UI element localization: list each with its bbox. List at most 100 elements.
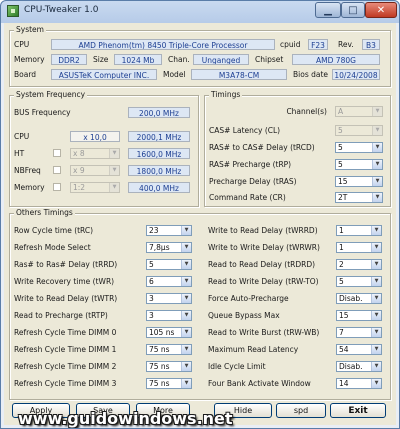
exit-button[interactable]: Exit bbox=[330, 403, 386, 418]
chevron-down-icon: ▼ bbox=[181, 328, 191, 337]
chip-icon bbox=[7, 5, 19, 17]
chevron-down-icon: ▼ bbox=[371, 362, 381, 371]
chevron-down-icon: ▼ bbox=[371, 277, 381, 286]
trrd-text: 5 bbox=[149, 260, 154, 269]
trfc-dimm2-label: Refresh Cycle Time DIMM 2 bbox=[14, 362, 117, 371]
twrrd-select[interactable]: 1 ▼ bbox=[336, 225, 382, 236]
memory-value: DDR2 bbox=[51, 54, 87, 65]
trfc-dimm3-select[interactable]: 75 ns ▼ bbox=[146, 378, 192, 389]
cas-latency-select[interactable]: 5 ▼ bbox=[335, 125, 383, 136]
trdrd-select[interactable]: 2 ▼ bbox=[336, 259, 382, 270]
force-auto-precharge-select[interactable]: Disab. ▼ bbox=[336, 293, 382, 304]
others-timings-legend: Others Timings bbox=[14, 208, 75, 217]
window-title: CPU-Tweaker 1.0 bbox=[24, 5, 99, 15]
spd-button[interactable]: spd bbox=[276, 403, 326, 418]
command-rate-text: 2T bbox=[338, 193, 348, 202]
chevron-down-icon: ▼ bbox=[181, 311, 191, 320]
chevron-down-icon: ▼ bbox=[181, 243, 191, 252]
chevron-down-icon: ▼ bbox=[372, 160, 382, 169]
twrwr-label: Write to Write Delay (tWRWR) bbox=[208, 243, 320, 252]
rev-value: B3 bbox=[362, 39, 380, 50]
trfc-dimm1-select[interactable]: 75 ns ▼ bbox=[146, 344, 192, 355]
four-bank-window-text: 14 bbox=[339, 379, 349, 388]
close-button[interactable]: ✕ bbox=[365, 2, 397, 18]
trw-to-label: Read to Write Delay (tRW-TO) bbox=[208, 277, 319, 286]
ht-checkbox[interactable] bbox=[53, 149, 61, 157]
tras-select[interactable]: 15 ▼ bbox=[335, 176, 383, 187]
chevron-down-icon: ▼ bbox=[372, 193, 382, 202]
memory-freq-value: 400,0 MHz bbox=[128, 182, 190, 193]
twtr-select[interactable]: 3 ▼ bbox=[146, 293, 192, 304]
chevron-down-icon: ▼ bbox=[371, 328, 381, 337]
ht-multiplier-text: x 8 bbox=[73, 149, 85, 158]
chevron-down-icon: ▼ bbox=[371, 260, 381, 269]
size-value: 1024 Mb bbox=[114, 54, 162, 65]
trfc-dimm2-select[interactable]: 75 ns ▼ bbox=[146, 361, 192, 372]
four-bank-window-select[interactable]: 14 ▼ bbox=[336, 378, 382, 389]
twrwr-text: 1 bbox=[339, 243, 344, 252]
chevron-down-icon: ▼ bbox=[371, 243, 381, 252]
trfc-dimm2-text: 75 ns bbox=[149, 362, 170, 371]
chevron-down-icon: ▼ bbox=[109, 149, 119, 158]
idle-cycle-limit-select[interactable]: Disab. ▼ bbox=[336, 361, 382, 372]
trcd-label: RAS# to CAS# Delay (tRCD) bbox=[209, 143, 315, 152]
cpuid-value: F23 bbox=[308, 39, 328, 50]
trdrd-label: Read to Read Delay (tRDRD) bbox=[208, 260, 316, 269]
cpuid-label: cpuid bbox=[280, 40, 301, 49]
trfc-dimm3-label: Refresh Cycle Time DIMM 3 bbox=[14, 379, 117, 388]
trtp-text: 3 bbox=[149, 311, 154, 320]
trtp-select[interactable]: 3 ▼ bbox=[146, 310, 192, 321]
twr-label: Write Recovery time (tWR) bbox=[14, 277, 115, 286]
refresh-mode-select[interactable]: 7,8µs ▼ bbox=[146, 242, 192, 253]
trw-to-select[interactable]: 5 ▼ bbox=[336, 276, 382, 287]
cpu-freq-label: CPU bbox=[14, 132, 30, 141]
command-rate-select[interactable]: 2T ▼ bbox=[335, 192, 383, 203]
chevron-down-icon: ▼ bbox=[372, 177, 382, 186]
trtp-label: Read to Precharge (tRTP) bbox=[14, 311, 108, 320]
chevron-down-icon: ▼ bbox=[181, 226, 191, 235]
chevron-down-icon: ▼ bbox=[371, 379, 381, 388]
model-label: Model bbox=[163, 70, 186, 79]
others-timings-group: Others Timings Row Cycle time (tRC) 23 ▼ … bbox=[9, 208, 391, 400]
model-value: M3A78-CM bbox=[191, 69, 287, 80]
bios-date-label: Bios date bbox=[293, 70, 329, 79]
twrwr-select[interactable]: 1 ▼ bbox=[336, 242, 382, 253]
client-area: System CPU AMD Phenom(tm) 8450 Triple-Co… bbox=[4, 23, 396, 428]
trc-select[interactable]: 23 ▼ bbox=[146, 225, 192, 236]
trfc-dimm0-select[interactable]: 105 ns ▼ bbox=[146, 327, 192, 338]
force-auto-precharge-text: Disab. bbox=[339, 294, 363, 303]
channels-select[interactable]: A ▼ bbox=[335, 106, 383, 117]
nbfreq-label: NBFreq bbox=[14, 166, 41, 175]
twr-select[interactable]: 6 ▼ bbox=[146, 276, 192, 287]
trp-select[interactable]: 5 ▼ bbox=[335, 159, 383, 170]
trp-label: RAS# Precharge (tRP) bbox=[209, 160, 292, 169]
cpu-freq-value: 2000,1 MHz bbox=[128, 131, 190, 142]
chipset-value: AMD 780G bbox=[292, 54, 380, 65]
queue-bypass-select[interactable]: 15 ▼ bbox=[336, 310, 382, 321]
minimize-button[interactable]: ▁ bbox=[315, 2, 341, 18]
twrrd-text: 1 bbox=[339, 226, 344, 235]
title-bar[interactable]: CPU-Tweaker 1.0 ▁ □ ✕ bbox=[1, 1, 399, 21]
cpu-value: AMD Phenom(tm) 8450 Triple-Core Processo… bbox=[51, 39, 275, 50]
trrd-label: Ras# to Ras# Delay (tRRD) bbox=[14, 260, 118, 269]
trfc-dimm0-label: Refresh Cycle Time DIMM 0 bbox=[14, 328, 117, 337]
chipset-label: Chipset bbox=[255, 55, 284, 64]
trfc-dimm0-text: 105 ns bbox=[149, 328, 175, 337]
memory-ratio-select[interactable]: 1:2 ▼ bbox=[70, 182, 120, 193]
trw-wb-select[interactable]: 7 ▼ bbox=[336, 327, 382, 338]
max-read-latency-select[interactable]: 54 ▼ bbox=[336, 344, 382, 355]
watermark-text: www.guidowindows.net bbox=[18, 409, 233, 428]
maximize-button[interactable]: □ bbox=[341, 2, 365, 18]
ht-multiplier-select[interactable]: x 8 ▼ bbox=[70, 148, 120, 159]
nbfreq-checkbox[interactable] bbox=[53, 166, 61, 174]
ht-freq-value: 1600,0 MHz bbox=[128, 148, 190, 159]
memory-checkbox[interactable] bbox=[53, 183, 61, 191]
size-label: Size bbox=[93, 55, 109, 64]
chevron-down-icon: ▼ bbox=[181, 379, 191, 388]
trrd-select[interactable]: 5 ▼ bbox=[146, 259, 192, 270]
board-label: Board bbox=[14, 70, 37, 79]
trp-text: 5 bbox=[338, 160, 343, 169]
bus-frequency-label: BUS Frequency bbox=[14, 108, 71, 117]
nbfreq-multiplier-select[interactable]: x 9 ▼ bbox=[70, 165, 120, 176]
trcd-select[interactable]: 5 ▼ bbox=[335, 142, 383, 153]
